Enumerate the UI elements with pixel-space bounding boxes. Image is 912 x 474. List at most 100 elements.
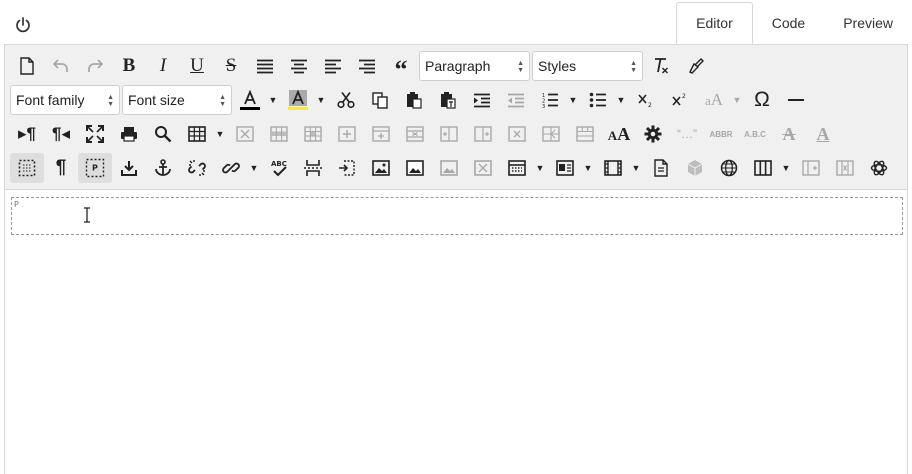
editor-content-area[interactable]: P — [5, 190, 907, 474]
tab-code[interactable]: Code — [753, 2, 824, 44]
font-case-dropdown[interactable]: ▼ — [731, 85, 743, 115]
image-properties-button[interactable] — [432, 153, 466, 183]
fullscreen-button[interactable] — [78, 119, 112, 149]
unlink-button[interactable] — [180, 153, 214, 183]
paste-text-button[interactable] — [431, 85, 465, 115]
delete-column-button[interactable] — [500, 119, 534, 149]
delete-table-button[interactable] — [228, 119, 262, 149]
search-button[interactable] — [146, 119, 180, 149]
add-column-button[interactable] — [794, 153, 828, 183]
outdent-button[interactable] — [499, 85, 533, 115]
template-button[interactable] — [500, 153, 534, 183]
align-right-button[interactable] — [350, 51, 384, 81]
show-blocks-button[interactable] — [10, 153, 44, 183]
insert-3d-object-button[interactable] — [678, 153, 712, 183]
table-row-props-button[interactable] — [262, 119, 296, 149]
strikethrough-button[interactable]: S — [214, 51, 248, 81]
abbreviation-button[interactable]: ABBR — [704, 119, 738, 149]
insert-image-button[interactable] — [364, 153, 398, 183]
inserted-text-button[interactable]: A — [806, 119, 840, 149]
font-family-select[interactable]: Font family ▲ ▼ — [10, 85, 120, 115]
template-dropdown[interactable]: ▼ — [534, 153, 546, 183]
paragraph-format-select[interactable]: Paragraph ▲ ▼ — [419, 51, 530, 81]
split-cell-button[interactable] — [534, 119, 568, 149]
tab-preview[interactable]: Preview — [824, 2, 912, 44]
deleted-text-button[interactable]: A — [772, 119, 806, 149]
new-document-icon — [20, 57, 34, 75]
insert-column-before-icon — [440, 126, 458, 142]
delete-row-button[interactable] — [398, 119, 432, 149]
anchor-button[interactable] — [146, 153, 180, 183]
page-break-button[interactable] — [296, 153, 330, 183]
nonbreaking-space-button[interactable] — [330, 153, 364, 183]
insert-file-button[interactable] — [644, 153, 678, 183]
columns-button[interactable] — [746, 153, 780, 183]
text-pattern-button[interactable]: AA — [602, 119, 636, 149]
clear-formatting-button[interactable] — [644, 51, 678, 81]
table-button[interactable] — [180, 119, 214, 149]
save-button[interactable] — [112, 153, 146, 183]
highlight-color-dropdown[interactable]: ▼ — [315, 85, 327, 115]
insert-column-before-button[interactable] — [432, 119, 466, 149]
new-document-button[interactable] — [10, 51, 44, 81]
horizontal-rule-button[interactable] — [779, 85, 813, 115]
align-left-button[interactable] — [316, 51, 350, 81]
insert-web-embed-button[interactable] — [712, 153, 746, 183]
underline-button[interactable]: U — [180, 51, 214, 81]
remove-format-button[interactable] — [678, 51, 712, 81]
merge-cells-button[interactable] — [568, 119, 602, 149]
bullet-list-dropdown[interactable]: ▼ — [615, 85, 627, 115]
align-center-button[interactable] — [282, 51, 316, 81]
italic-button[interactable]: I — [146, 51, 180, 81]
redo-button[interactable] — [78, 51, 112, 81]
undo-button[interactable] — [44, 51, 78, 81]
cut-button[interactable] — [329, 85, 363, 115]
numbered-list-dropdown[interactable]: ▼ — [567, 85, 579, 115]
bullet-list-button[interactable] — [581, 85, 615, 115]
blockquote-button[interactable]: “ — [384, 51, 418, 84]
table-dropdown[interactable]: ▼ — [214, 119, 226, 149]
insert-video-button[interactable] — [596, 153, 630, 183]
subscript-button[interactable]: 2 — [629, 85, 663, 115]
show-invisibles-button[interactable]: ¶ — [44, 153, 78, 183]
text-color-button[interactable] — [233, 85, 267, 115]
columns-dropdown[interactable]: ▼ — [780, 153, 792, 183]
insert-column-after-button[interactable] — [466, 119, 500, 149]
table-cell-props-button[interactable] — [296, 119, 330, 149]
acronym-button[interactable]: A.B.C — [738, 119, 772, 149]
paste-button[interactable] — [397, 85, 431, 115]
video-dropdown[interactable]: ▼ — [630, 153, 642, 183]
visual-blocks-button[interactable]: P — [78, 153, 112, 183]
font-size-select[interactable]: Font size ▲ ▼ — [122, 85, 232, 115]
settings-button[interactable] — [636, 119, 670, 149]
insert-link-button[interactable] — [214, 153, 248, 183]
paragraph-block[interactable]: P — [11, 197, 903, 235]
ltr-direction-button[interactable]: ▸¶ — [10, 119, 44, 149]
font-case-button[interactable]: aA — [697, 85, 731, 115]
align-justify-button[interactable] — [248, 51, 282, 81]
highlight-color-button[interactable] — [281, 85, 315, 115]
inline-quote-button[interactable]: “…” — [670, 119, 704, 149]
styles-select[interactable]: Styles ▲ ▼ — [532, 51, 643, 81]
text-color-dropdown[interactable]: ▼ — [267, 85, 279, 115]
copy-button[interactable] — [363, 85, 397, 115]
insert-row-after-button[interactable] — [364, 119, 398, 149]
ai-assistant-button[interactable] — [862, 153, 896, 183]
superscript-button[interactable]: 2 — [663, 85, 697, 115]
edit-image-button[interactable] — [398, 153, 432, 183]
insert-row-before-button[interactable] — [330, 119, 364, 149]
remove-image-button[interactable] — [466, 153, 500, 183]
rtl-direction-button[interactable]: ¶◂ — [44, 119, 78, 149]
numbered-list-button[interactable]: 123 — [533, 85, 567, 115]
remove-column-button[interactable] — [828, 153, 862, 183]
print-button[interactable] — [112, 119, 146, 149]
power-button[interactable] — [12, 14, 34, 36]
special-character-button[interactable]: Ω — [745, 85, 779, 115]
media-card-dropdown[interactable]: ▼ — [582, 153, 594, 183]
media-card-button[interactable] — [548, 153, 582, 183]
spellcheck-button[interactable]: ABC — [262, 153, 296, 183]
bold-button[interactable]: B — [112, 51, 146, 81]
indent-button[interactable] — [465, 85, 499, 115]
tab-editor[interactable]: Editor — [676, 2, 753, 44]
link-dropdown[interactable]: ▼ — [248, 153, 260, 183]
